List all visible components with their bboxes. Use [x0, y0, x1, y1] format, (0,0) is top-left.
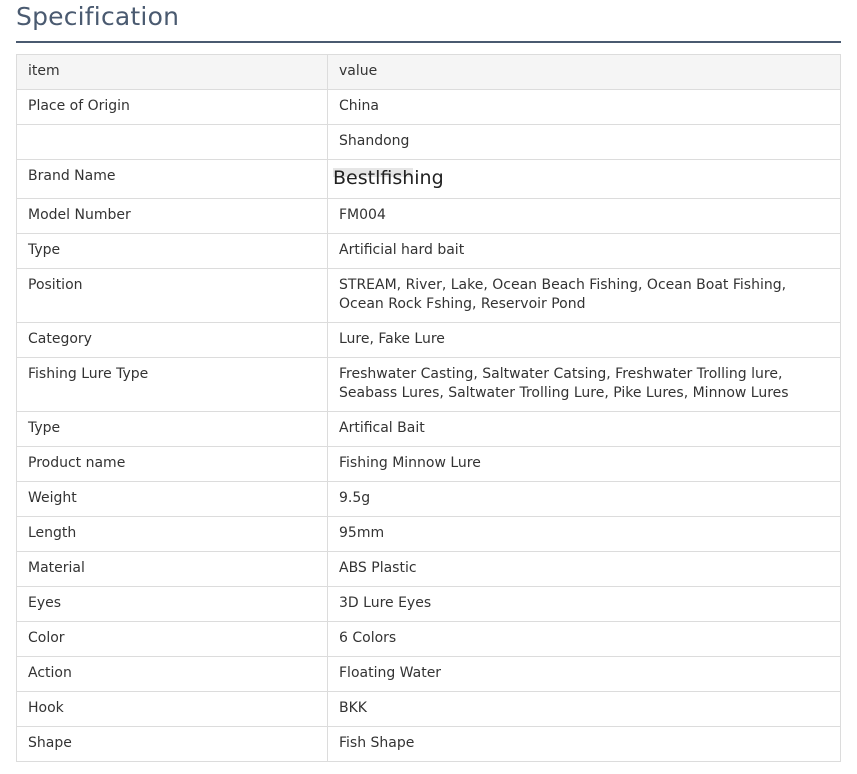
table-row: Hook BKK [16, 691, 841, 727]
specification-table: item value Place of Origin China Shandon… [16, 54, 841, 762]
section-title: Specification [16, 2, 180, 31]
table-row: Category Lure, Fake Lure [16, 322, 841, 358]
value-cell: Fish Shape [327, 726, 841, 762]
value-cell: STREAM, River, Lake, Ocean Beach Fishing… [327, 268, 841, 323]
value-cell: 95mm [327, 516, 841, 552]
item-cell: Shape [16, 726, 328, 762]
table-row: Type Artifical Bait [16, 411, 841, 447]
table-row: Place of Origin China [16, 89, 841, 125]
table-row: Shandong [16, 124, 841, 160]
table-row: Brand Name Bestlfishing [16, 159, 841, 199]
value-cell: Bestlfishing [327, 159, 841, 199]
value-cell: FM004 [327, 198, 841, 234]
table-row: Color 6 Colors [16, 621, 841, 657]
table-row: Eyes 3D Lure Eyes [16, 586, 841, 622]
value-cell: BKK [327, 691, 841, 727]
title-divider [16, 41, 841, 43]
item-cell: Weight [16, 481, 328, 517]
table-row: Weight 9.5g [16, 481, 841, 517]
item-cell: Hook [16, 691, 328, 727]
item-cell: Material [16, 551, 328, 587]
value-cell: Lure, Fake Lure [327, 322, 841, 358]
value-cell: 9.5g [327, 481, 841, 517]
item-cell: Fishing Lure Type [16, 357, 328, 412]
item-cell: Color [16, 621, 328, 657]
value-cell: Shandong [327, 124, 841, 160]
item-cell: Type [16, 411, 328, 447]
value-cell: 6 Colors [327, 621, 841, 657]
item-cell: Action [16, 656, 328, 692]
value-cell: ABS Plastic [327, 551, 841, 587]
item-cell: Product name [16, 446, 328, 482]
table-header-row: item value [16, 54, 841, 90]
header-item-cell: item [16, 54, 328, 90]
item-cell: Brand Name [16, 159, 328, 199]
value-cell: Artificial hard bait [327, 233, 841, 269]
table-row: Material ABS Plastic [16, 551, 841, 587]
item-cell: Model Number [16, 198, 328, 234]
item-cell: Length [16, 516, 328, 552]
table-row: Model Number FM004 [16, 198, 841, 234]
value-cell: Floating Water [327, 656, 841, 692]
value-cell: 3D Lure Eyes [327, 586, 841, 622]
table-row: Type Artificial hard bait [16, 233, 841, 269]
table-row: Action Floating Water [16, 656, 841, 692]
value-cell: Artifical Bait [327, 411, 841, 447]
header-value-cell: value [327, 54, 841, 90]
value-cell: Freshwater Casting, Saltwater Catsing, F… [327, 357, 841, 412]
item-cell: Category [16, 322, 328, 358]
item-cell: Eyes [16, 586, 328, 622]
item-cell: Type [16, 233, 328, 269]
item-cell: Position [16, 268, 328, 323]
table-row: Product name Fishing Minnow Lure [16, 446, 841, 482]
value-cell: Fishing Minnow Lure [327, 446, 841, 482]
table-row: Fishing Lure Type Freshwater Casting, Sa… [16, 357, 841, 412]
item-cell: Place of Origin [16, 89, 328, 125]
brand-name-value: Bestlfishing [333, 167, 444, 189]
table-row: Position STREAM, River, Lake, Ocean Beac… [16, 268, 841, 323]
item-cell [16, 124, 328, 160]
table-row: Length 95mm [16, 516, 841, 552]
value-cell: China [327, 89, 841, 125]
table-row: Shape Fish Shape [16, 726, 841, 762]
